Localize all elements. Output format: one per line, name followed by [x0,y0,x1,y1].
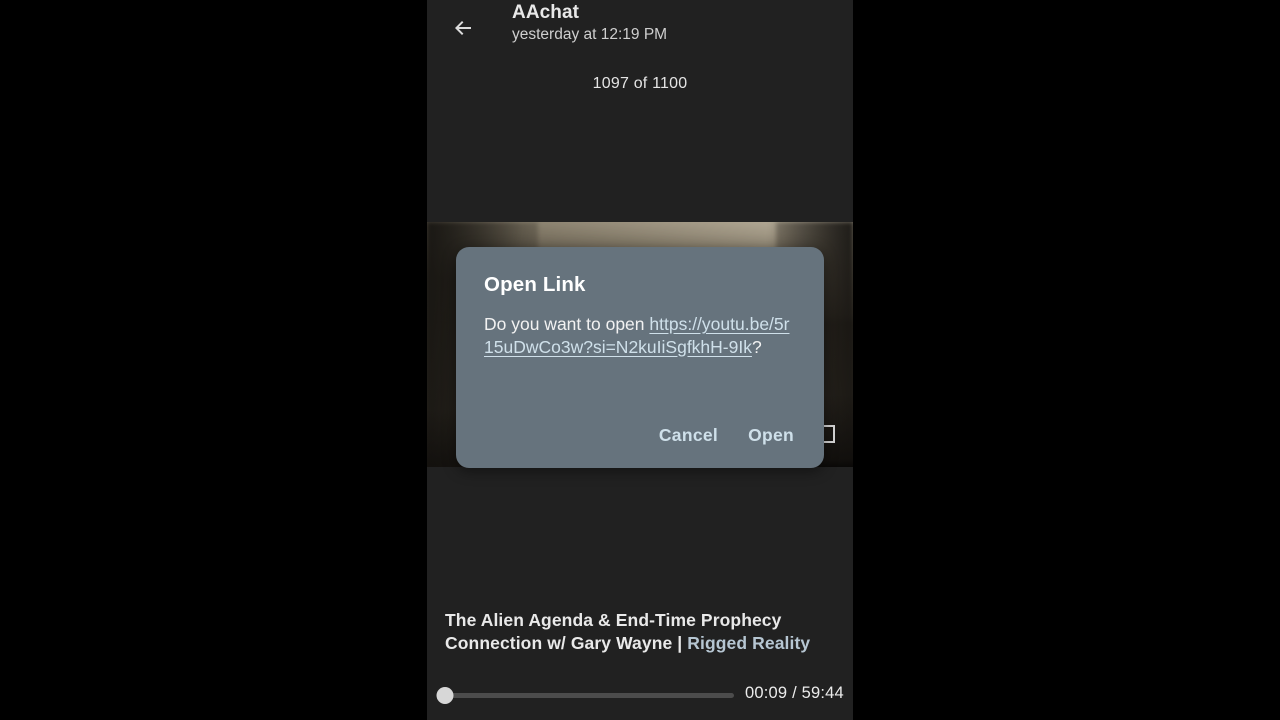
seek-bar[interactable] [436,686,734,704]
app-bar: AAchat yesterday at 12:19 PM [427,0,853,56]
dialog-message-suffix: ? [751,336,762,357]
open-link-dialog: Open Link Do you want to open https://yo… [456,247,824,468]
dialog-message-prefix: Do you want to open [484,314,650,334]
video-title-line1: The Alien Agenda & End-Time Prophecy [445,610,782,630]
dialog-actions: Cancel Open [647,417,806,454]
time-label: 00:09 / 59:44 [745,684,844,702]
back-button[interactable] [445,10,481,46]
dialog-title: Open Link [484,273,586,296]
video-title-line2: Connection w/ Gary Wayne | [445,632,688,653]
video-title[interactable]: The Alien Agenda & End-Time Prophecy Con… [445,609,841,654]
chat-timestamp: yesterday at 12:19 PM [512,26,668,43]
cancel-button[interactable]: Cancel [647,417,730,454]
seek-track [444,693,734,698]
video-channel-name: Rigged Reality [687,632,811,653]
open-button[interactable]: Open [736,417,806,454]
conversation-title-block[interactable]: AAchat yesterday at 12:19 PM [512,2,792,45]
chat-title: AAchat [512,2,580,23]
dialog-message: Do you want to open https://youtu.be/5r1… [484,313,796,358]
mobile-app-viewport: AAchat yesterday at 12:19 PM 1097 of 110… [427,0,853,720]
arrow-left-icon [455,21,471,35]
message-counter: 1097 of 1100 [592,75,688,92]
screen-root: AAchat yesterday at 12:19 PM 1097 of 110… [0,0,1280,720]
seek-thumb-handle[interactable] [436,686,454,704]
video-player-controls: 00:09 / 59:44 [427,680,853,710]
